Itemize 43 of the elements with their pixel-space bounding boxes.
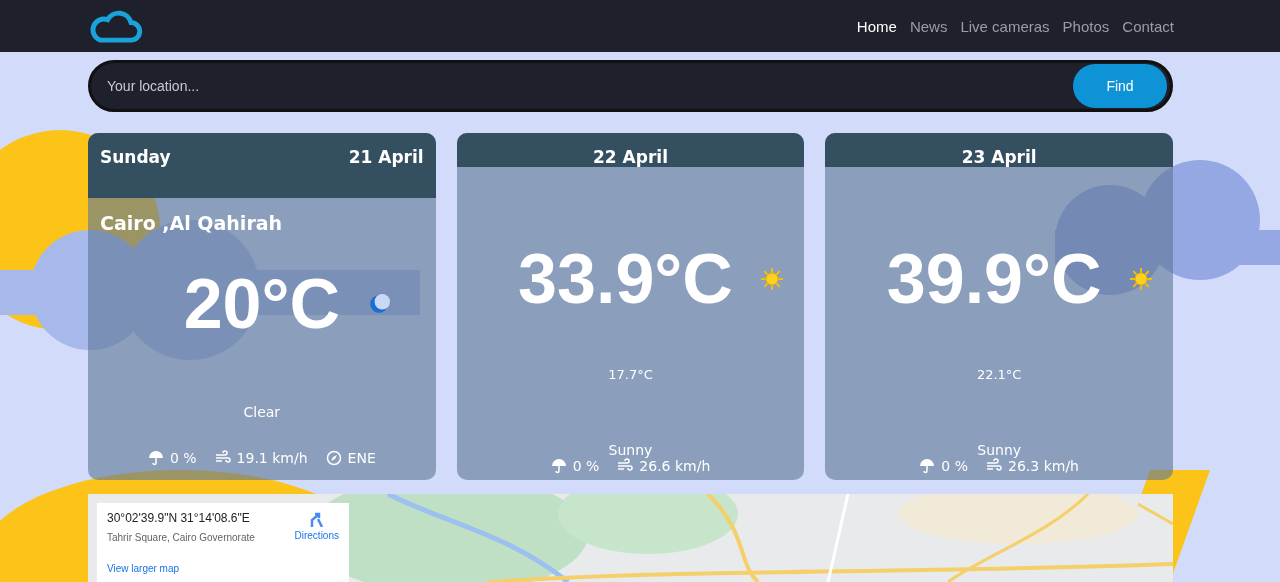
wind-icon — [214, 450, 231, 466]
wind-speed: 26.3 km/h — [1008, 458, 1079, 474]
moon-icon — [368, 293, 391, 315]
umbrella-icon — [147, 450, 164, 466]
wind-direction: ENE — [347, 450, 376, 466]
nav-link[interactable]: Contact — [1122, 17, 1174, 35]
compass-icon — [325, 450, 342, 466]
sun-icon — [1129, 268, 1152, 290]
directions-link[interactable]: Directions — [294, 511, 339, 543]
weather-condition: Sunny — [608, 442, 653, 458]
date-label: 21 April — [348, 147, 424, 167]
nav-link[interactable]: News — [909, 17, 948, 35]
day-label: Sunday — [100, 147, 171, 167]
view-larger-map-link[interactable]: View larger map — [107, 563, 339, 574]
wind-speed: 19.1 km/h — [236, 450, 308, 466]
date-label: 22 April — [592, 147, 669, 167]
date-label: 23 April — [960, 147, 1038, 167]
search-field[interactable]: Your location... Find — [88, 60, 1173, 112]
cloud-logo-icon[interactable] — [88, 9, 143, 43]
umbrella-icon — [550, 458, 567, 474]
temperature: 39.9°C — [886, 239, 1102, 319]
sun-icon — [760, 268, 783, 290]
min-temperature: 22.1°C — [976, 367, 1022, 382]
temperature: 33.9°C — [518, 239, 733, 319]
wind-speed: 26.6 km/h — [639, 458, 711, 474]
location-name: Cairo ,Al Qahirah — [100, 212, 283, 234]
weather-condition: Sunny — [977, 442, 1022, 458]
nav-link[interactable]: Live cameras — [960, 17, 1050, 35]
address: Tahrir Square, Cairo Governorate — [107, 532, 255, 543]
nav-link[interactable]: Home — [856, 17, 897, 35]
rain-chance: 0 % — [941, 458, 969, 474]
rain-chance: 0 % — [169, 450, 197, 466]
wind-icon — [617, 458, 634, 474]
rain-chance: 0 % — [572, 458, 600, 474]
umbrella-icon — [919, 458, 936, 474]
min-temperature: 17.7°C — [608, 367, 653, 382]
wind-icon — [986, 458, 1003, 474]
coordinates: 30°02'39.9"N 31°14'08.6"E — [107, 511, 251, 525]
temperature: 20°C — [183, 264, 341, 344]
weather-condition: Clear — [243, 404, 281, 420]
directions-icon — [308, 511, 325, 527]
find-button[interactable]: Find — [1073, 64, 1167, 108]
nav-link[interactable]: Photos — [1062, 17, 1110, 35]
